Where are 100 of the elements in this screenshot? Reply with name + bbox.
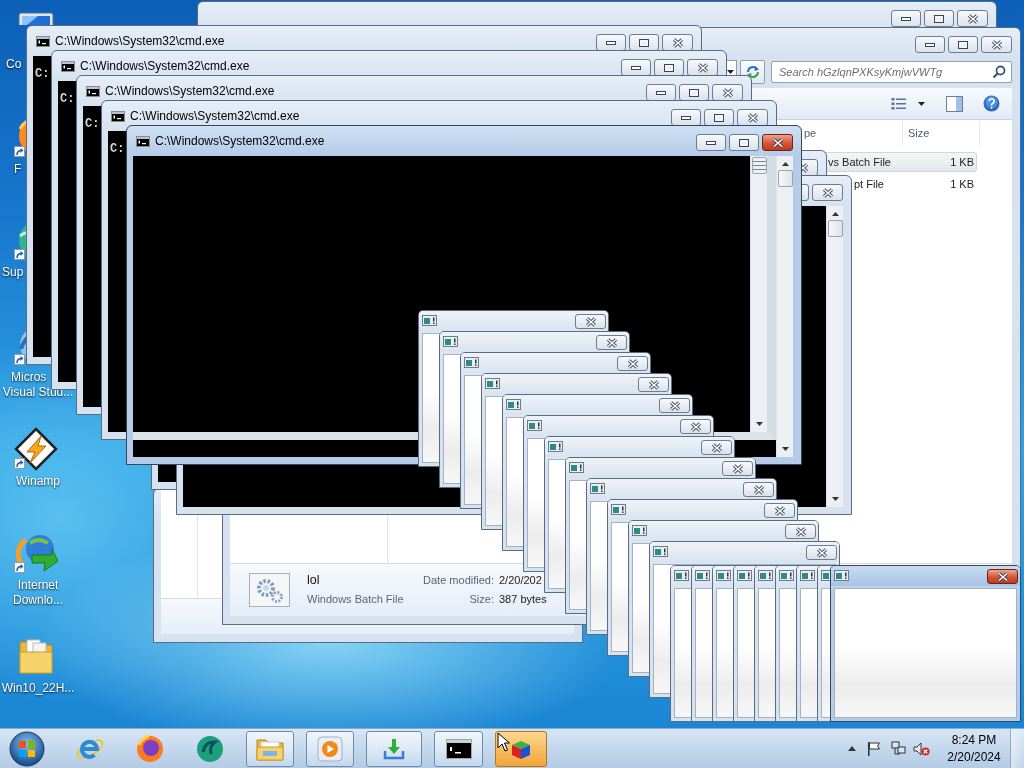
network-icon[interactable] — [891, 741, 906, 756]
down-arrow-icon[interactable] — [831, 497, 839, 501]
close-button[interactable] — [812, 184, 843, 201]
search-field[interactable]: Search hGzlqnPXKsyKmjwVWTg — [771, 61, 1012, 83]
close-button[interactable] — [659, 398, 690, 413]
console-text: C: — [60, 92, 75, 106]
title-bar[interactable] — [629, 521, 818, 541]
close-button[interactable] — [764, 503, 795, 518]
up-arrow-icon[interactable] — [831, 212, 839, 216]
close-button[interactable] — [806, 545, 837, 560]
title-bar[interactable] — [776, 566, 796, 586]
title-bar[interactable] — [482, 374, 671, 394]
start-orb-icon — [9, 730, 45, 767]
close-button[interactable] — [680, 419, 711, 434]
caret-icon[interactable] — [918, 101, 925, 106]
title-bar[interactable] — [755, 566, 775, 586]
app-window-icon — [611, 504, 626, 515]
minimize-icon — [656, 90, 666, 95]
console-icon — [36, 35, 50, 47]
preview-pane-icon[interactable] — [946, 95, 963, 112]
app-window-icon — [632, 525, 647, 536]
speaker-muted-icon[interactable] — [913, 741, 930, 756]
up-arrow-icon[interactable] — [848, 746, 856, 751]
close-button[interactable] — [722, 461, 753, 476]
title-bar[interactable] — [671, 566, 691, 586]
app-window-icon — [422, 315, 437, 326]
console-text: C: — [110, 142, 125, 156]
close-icon — [605, 337, 618, 348]
close-button[interactable] — [701, 440, 732, 455]
title-bar[interactable] — [608, 500, 797, 520]
view-list-icon[interactable] — [891, 96, 907, 111]
up-arrow-icon[interactable] — [781, 162, 789, 166]
title-bar[interactable] — [440, 332, 629, 352]
browser-icon — [135, 733, 165, 764]
maximize-button[interactable] — [729, 134, 759, 151]
scrollbar-thumb[interactable] — [777, 170, 793, 187]
title-bar[interactable] — [650, 542, 839, 562]
title-bar[interactable] — [818, 566, 830, 586]
close-button[interactable] — [617, 356, 648, 371]
clock-time[interactable]: 8:24 PM — [951, 731, 997, 749]
close-icon — [771, 137, 784, 148]
title-bar[interactable] — [545, 437, 734, 457]
help-icon[interactable] — [983, 95, 1000, 112]
column-header[interactable]: pe — [803, 121, 903, 145]
app-window-icon — [834, 570, 849, 581]
close-button[interactable] — [957, 10, 988, 27]
title-bar[interactable] — [419, 311, 608, 331]
close-icon — [696, 62, 709, 73]
window-title: C:\Windows\System32\cmd.exe — [105, 84, 275, 98]
title-bar[interactable] — [524, 416, 713, 436]
title-bar[interactable] — [734, 566, 754, 586]
icon-label[interactable]: Win10_22H... — [1, 681, 75, 696]
maximize-icon — [958, 40, 968, 49]
close-button[interactable] — [981, 36, 1012, 53]
close-button[interactable] — [743, 482, 774, 497]
title-bar[interactable] — [713, 566, 733, 586]
app-window-icon — [485, 378, 500, 389]
scrollbar[interactable] — [826, 206, 843, 507]
icon-label[interactable]: Co — [6, 57, 22, 72]
scrollbar-thumb[interactable] — [751, 157, 767, 174]
scrollbar[interactable] — [750, 156, 767, 432]
minimize-icon — [681, 115, 691, 120]
close-button[interactable] — [762, 134, 793, 151]
lightning-bolt-icon[interactable] — [14, 427, 58, 471]
taskbar-button[interactable] — [434, 730, 483, 767]
close-button[interactable] — [575, 314, 606, 329]
down-arrow-icon[interactable] — [755, 422, 763, 426]
close-icon — [710, 442, 723, 453]
taskbar-button[interactable] — [495, 730, 547, 767]
icon-label[interactable]: Sup — [2, 265, 24, 280]
title-bar[interactable] — [461, 353, 650, 373]
message-dialog[interactable] — [830, 565, 1021, 722]
icon-label[interactable]: F — [14, 162, 22, 177]
minimize-button[interactable] — [891, 10, 921, 27]
minimize-button[interactable] — [696, 134, 726, 151]
app-window-icon — [737, 570, 752, 581]
table-cell-text: pt File — [853, 178, 885, 190]
close-icon — [746, 112, 759, 123]
column-header[interactable]: Size — [903, 121, 980, 145]
flag-icon[interactable] — [867, 741, 881, 756]
title-bar[interactable] — [566, 458, 755, 478]
icon-label[interactable]: Visual Stud... — [2, 385, 74, 400]
app-window-icon — [800, 570, 815, 581]
title-bar[interactable] — [692, 566, 712, 586]
scrollbar-thumb[interactable] — [827, 220, 843, 237]
scrollbar[interactable] — [776, 156, 793, 457]
title-bar[interactable] — [587, 479, 776, 499]
title-bar[interactable] — [831, 566, 1020, 586]
maximize-button[interactable] — [924, 10, 954, 27]
close-button[interactable] — [987, 569, 1018, 584]
close-button[interactable] — [638, 377, 669, 392]
minimize-button[interactable] — [915, 36, 945, 53]
title-bar[interactable] — [503, 395, 692, 415]
title-bar[interactable] — [797, 566, 817, 586]
down-arrow-icon[interactable] — [781, 447, 789, 451]
maximize-button[interactable] — [948, 36, 978, 53]
search-icon[interactable] — [992, 65, 1006, 79]
clock-date[interactable]: 2/20/2024 — [947, 748, 1001, 766]
close-button[interactable] — [596, 335, 627, 350]
close-button[interactable] — [785, 524, 816, 539]
